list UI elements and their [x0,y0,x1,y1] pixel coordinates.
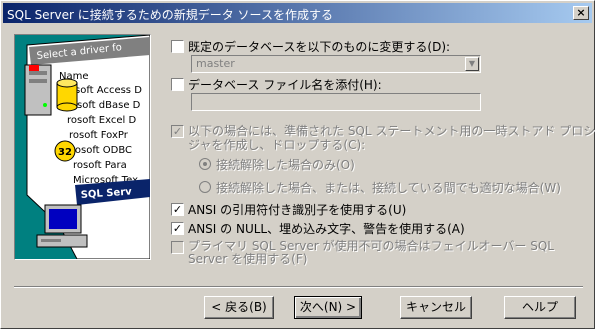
temp-stored-proc-label-line2: ジャを作成し、ドロップする(C): [188,138,366,152]
ansi-nulls-checkbox[interactable]: ✓ [171,222,184,235]
radio-drop-on-disconnect-label: 接続解除した場合のみ(O) [216,158,355,172]
32bit-badge-icon: 32 [54,140,76,162]
failover-checkbox[interactable] [171,241,184,254]
attach-db-file-checkbox[interactable] [171,78,184,91]
close-button[interactable]: × [573,6,589,20]
illus-item: rosoft dBase D [67,100,141,111]
driver-list-artwork: Select a driver fo Name rosoft Access D … [24,35,150,259]
chevron-down-icon[interactable]: ▼ [465,57,479,71]
computer-icon [36,204,88,248]
illus-item: rosoft Para [73,160,127,171]
radio-drop-on-disconnect-or-appropriate[interactable] [199,181,211,193]
radio-drop-on-disconnect-or-appropriate-label: 接続解除した場合、または、接続している間でも適切な場合(W) [216,181,561,195]
wizard-illustration: Select a driver fo Name rosoft Access D … [14,34,151,260]
temp-stored-proc-checkbox[interactable]: ✓ [171,125,184,138]
cancel-button[interactable]: キャンセル [400,296,472,319]
separator [14,286,583,288]
attach-db-file-label: データベース ファイル名を添付(H): [188,78,382,92]
ansi-nulls-label: ANSI の NULL、埋め込み文字、警告を使用する(A) [188,222,465,236]
illus-item: rosoft ODBC [71,145,132,156]
help-button[interactable]: ヘルプ [504,296,576,319]
change-default-db-checkbox[interactable] [171,40,184,53]
radio-drop-on-disconnect[interactable] [199,158,211,170]
svg-text:32: 32 [58,147,72,158]
next-button[interactable]: 次へ(N) > [294,296,362,319]
title-bar: SQL Server に接続するための新規データ ソースを作成する × [3,3,592,23]
illus-item: rosoft FoxPr [69,130,129,141]
ansi-quoted-identifiers-checkbox[interactable]: ✓ [171,203,184,216]
server-icon [24,64,52,116]
window-title: SQL Server に接続するための新規データ ソースを作成する [7,8,333,22]
dialog-window: SQL Server に接続するための新規データ ソースを作成する × Sele… [0,0,595,329]
ansi-quoted-identifiers-label: ANSI の引用符付き識別子を使用する(U) [188,203,407,217]
attach-db-file-input[interactable] [191,93,481,111]
default-db-value: master [196,57,235,70]
default-db-combo[interactable]: master ▼ [191,55,481,73]
database-icon [56,78,78,112]
failover-label-line2: Server を使用する(F) [188,252,308,266]
change-default-db-label: 既定のデータベースを以下のものに変更する(D): [188,40,451,54]
back-button[interactable]: < 戻る(B) [204,296,274,319]
illus-item: rosoft Excel D [67,115,136,126]
